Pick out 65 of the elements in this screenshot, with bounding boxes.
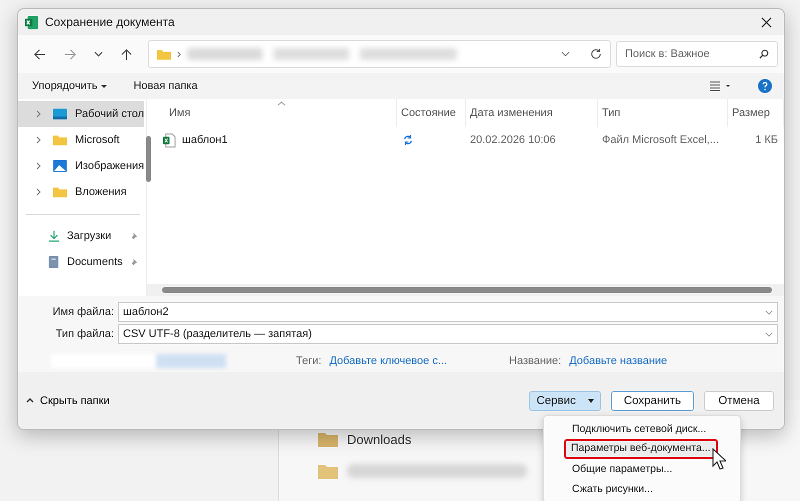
view-menu-icon[interactable] [710,81,732,91]
sidebar-item[interactable]: Вложения [18,179,144,205]
menu-item[interactable]: Подключить сетевой диск... [544,419,740,439]
excel-icon [24,14,39,30]
table-cell-text: 1 КБ [754,134,779,146]
column-header[interactable]: Состояние [397,99,466,127]
column-header[interactable]: Имя [147,99,397,127]
hide-folders-button[interactable]: Скрыть папки [24,392,112,408]
field-label: Имя файла: [52,306,114,318]
sidebar-item[interactable]: Рабочий стол [18,101,144,127]
table-cell-text: Файл Microsoft Excel,... [601,134,720,146]
download-icon [47,230,61,242]
folder-icon [157,48,171,60]
tags-label: Теги: [296,355,322,367]
desktop-icon [53,108,67,120]
search-icon [759,49,769,59]
chevron-right-icon [177,50,181,58]
refresh-icon[interactable] [590,48,602,60]
file-name[interactable]: шаблон1 [182,134,228,146]
caret-icon [588,398,594,402]
close-icon[interactable] [761,16,772,28]
mouse-cursor-icon [712,448,726,470]
menu-item[interactable]: Общие параметры... [544,459,740,479]
filetype-dropdown[interactable]: CSV UTF-8 (разделитель — запятая) [118,324,778,344]
menu-item[interactable]: Параметры веб-документа... [564,439,718,459]
forward-arrow-icon[interactable] [64,48,77,60]
pictures-icon [53,160,67,172]
filename-field[interactable]: шаблон2 [118,302,778,322]
sidebar-item[interactable]: Microsoft [18,127,144,153]
chevron-down-icon[interactable] [94,51,103,57]
column-header[interactable]: Дата изменения [466,99,598,127]
field-label: Тип файла: [54,328,114,340]
excel-file-icon [163,132,176,148]
caret-icon [101,84,108,88]
quick-access-item[interactable]: Загрузки [18,223,144,249]
save-button[interactable]: Сохранить [610,390,694,410]
chevron-down-icon[interactable] [561,51,570,57]
window-title: Сохранение документа [45,15,176,29]
new-folder-button[interactable]: Новая папка [127,77,204,95]
quick-access-item[interactable]: Documents [18,249,144,275]
chevron-up-icon [26,398,34,403]
help-icon[interactable] [758,79,772,93]
add-tags-link[interactable]: Добавьте ключевое с... [329,355,447,367]
column-header[interactable]: Тип [598,99,728,127]
column-header[interactable]: Размер [728,99,784,127]
chevron-down-icon [765,310,773,314]
organize-button[interactable]: Упорядочить [26,77,114,95]
scrollbar-thumb[interactable] [162,287,772,293]
add-title-link[interactable]: Добавьте название [569,355,668,367]
folder-icon [317,462,339,480]
sidebar-item[interactable]: Изображения [18,153,144,179]
cancel-button[interactable]: Отмена [704,390,774,410]
scrollbar-thumb[interactable] [146,136,152,182]
table-cell-text: 20.02.2026 10:06 [469,134,557,146]
document-icon [47,256,61,268]
folder-name: Downloads [347,432,412,446]
chevron-down-icon [765,332,773,336]
up-arrow-icon[interactable] [120,48,133,60]
back-arrow-icon[interactable] [33,48,46,60]
search-field[interactable]: Поиск в: Важное [616,41,778,67]
folder-icon [53,134,67,146]
folder-icon [53,186,67,198]
title-label: Название: [509,355,562,367]
tools-button[interactable]: Сервис [529,390,601,410]
menu-item[interactable]: Сжать рисунки... [544,479,740,499]
